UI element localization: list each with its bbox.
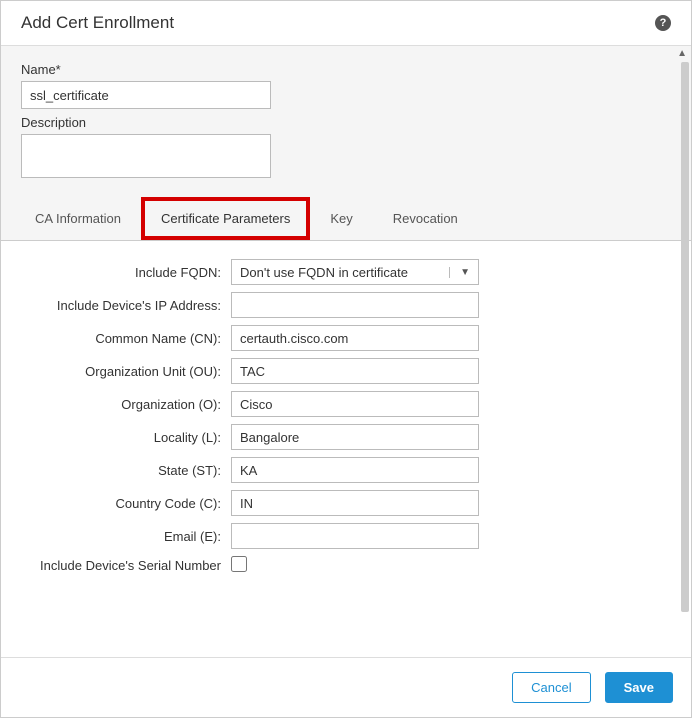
row-common-name: Common Name (CN): [21,325,671,351]
dialog-title: Add Cert Enrollment [21,13,174,33]
include-ip-label: Include Device's IP Address: [21,298,231,313]
row-organization: Organization (O): [21,391,671,417]
dialog-header: Add Cert Enrollment ? [1,1,691,45]
row-include-ip: Include Device's IP Address: [21,292,671,318]
include-fqdn-select[interactable]: Don't use FQDN in certificate ▼ [231,259,479,285]
serial-number-checkbox[interactable] [231,556,247,572]
tab-revocation[interactable]: Revocation [373,197,478,240]
row-email: Email (E): [21,523,671,549]
serial-number-label: Include Device's Serial Number [21,558,231,573]
top-fields: Name* Description [1,46,691,197]
tab-ca-information[interactable]: CA Information [15,197,141,240]
row-include-fqdn: Include FQDN: Don't use FQDN in certific… [21,259,671,285]
row-locality: Locality (L): [21,424,671,450]
description-input[interactable] [21,134,271,178]
save-button[interactable]: Save [605,672,673,703]
description-label: Description [21,115,671,130]
email-input[interactable] [231,523,479,549]
row-organization-unit: Organization Unit (OU): [21,358,671,384]
country-code-label: Country Code (C): [21,496,231,511]
organization-unit-label: Organization Unit (OU): [21,364,231,379]
tab-certificate-parameters[interactable]: Certificate Parameters [141,197,310,240]
name-label: Name* [21,62,671,77]
locality-input[interactable] [231,424,479,450]
country-code-input[interactable] [231,490,479,516]
locality-label: Locality (L): [21,430,231,445]
organization-input[interactable] [231,391,479,417]
organization-label: Organization (O): [21,397,231,412]
organization-unit-input[interactable] [231,358,479,384]
include-fqdn-label: Include FQDN: [21,265,231,280]
state-label: State (ST): [21,463,231,478]
dialog-body: ▲ Name* Description CA Information Certi… [1,45,691,657]
email-label: Email (E): [21,529,231,544]
tabs: CA Information Certificate Parameters Ke… [1,197,691,241]
row-serial-number: Include Device's Serial Number [21,556,671,575]
help-icon[interactable]: ? [655,15,671,31]
include-ip-input[interactable] [231,292,479,318]
chevron-down-icon: ▼ [449,267,470,278]
add-cert-enrollment-dialog: Add Cert Enrollment ? ▲ Name* Descriptio… [0,0,692,718]
name-input[interactable] [21,81,271,109]
tab-content-certificate-parameters: Include FQDN: Don't use FQDN in certific… [1,241,691,657]
dialog-footer: Cancel Save [1,657,691,717]
vertical-scrollbar[interactable] [681,62,689,612]
scroll-up-icon[interactable]: ▲ [677,48,687,59]
row-country-code: Country Code (C): [21,490,671,516]
include-fqdn-value: Don't use FQDN in certificate [240,265,408,280]
common-name-label: Common Name (CN): [21,331,231,346]
state-input[interactable] [231,457,479,483]
row-state: State (ST): [21,457,671,483]
common-name-input[interactable] [231,325,479,351]
tab-key[interactable]: Key [310,197,372,240]
cancel-button[interactable]: Cancel [512,672,590,703]
